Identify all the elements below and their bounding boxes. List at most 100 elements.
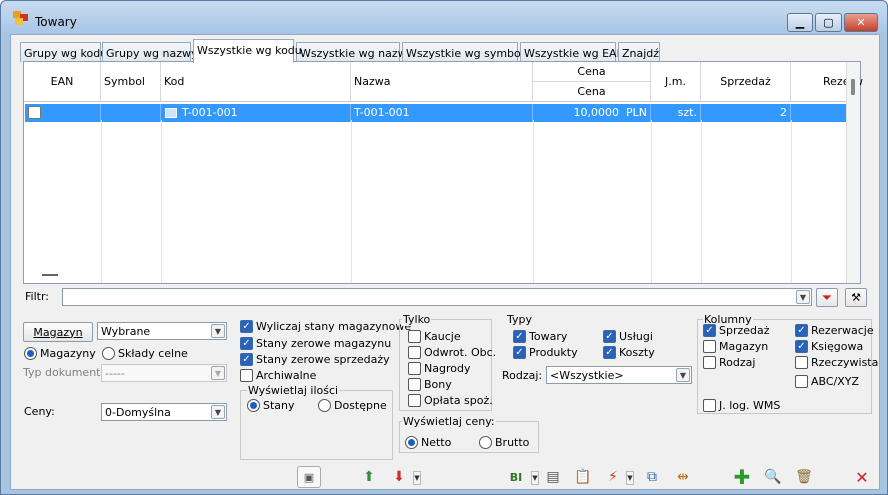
lightning-button[interactable]: ⚡ <box>601 466 625 488</box>
radio-stany[interactable] <box>247 399 260 412</box>
odwrot-obc-checkbox[interactable] <box>408 346 421 359</box>
clipboard-button[interactable]: 📋 <box>571 466 595 488</box>
uslugi-checkbox[interactable]: ✓ <box>603 330 616 343</box>
close-button[interactable]: ✕ <box>850 466 874 488</box>
kolumna-abc-xyz-checkbox[interactable] <box>795 375 808 388</box>
horizontal-scroll-thumb[interactable] <box>42 274 58 276</box>
radio-brutto[interactable] <box>479 436 492 449</box>
cell-waluta: PLN <box>626 106 647 119</box>
tab-grupy-wg-nazwy[interactable]: Grupy wg nazwy <box>102 42 197 62</box>
kolumna-ksiegowa-label: Księgowa <box>811 340 864 353</box>
kolumna-magazyn-checkbox[interactable] <box>703 340 716 353</box>
scroll-thumb[interactable] <box>851 79 855 95</box>
bi-button[interactable]: BI <box>502 466 530 488</box>
kolumna-sprzedaz-checkbox[interactable]: ✓ <box>703 324 716 337</box>
tylko-title: Tylko <box>402 313 432 326</box>
archiwalne-checkbox[interactable] <box>240 369 253 382</box>
funnel-clear-icon: ⏷ <box>822 290 832 304</box>
radio-netto[interactable] <box>405 436 418 449</box>
vertical-scrollbar[interactable] <box>846 62 860 283</box>
radio-magazyny-label: Magazyny <box>40 347 96 360</box>
magazyn-button[interactable]: Magazyn <box>23 322 93 342</box>
column-header-jm[interactable]: J.m. <box>651 62 701 102</box>
column-header-cena[interactable]: Cena <box>533 82 651 102</box>
radio-dostepne[interactable] <box>318 399 331 412</box>
box-up-arrow-icon: ⬆ <box>363 469 375 485</box>
ceny-select[interactable]: 0-Domyślna <box>101 403 227 421</box>
column-header-kod[interactable]: Kod <box>161 62 351 102</box>
row-checkbox[interactable] <box>28 106 41 119</box>
copy-steps-button[interactable]: ⧉ <box>640 466 664 488</box>
kolumna-rodzaj-checkbox[interactable] <box>703 356 716 369</box>
stany-zerowe-magazynu-checkbox[interactable]: ✓ <box>240 337 253 350</box>
chip-icon: ▣ <box>303 470 315 484</box>
column-header-ean[interactable]: EAN <box>24 62 101 102</box>
export-button[interactable]: ▣ <box>297 466 321 488</box>
column-header-rezerw[interactable]: Rezerw <box>791 62 863 102</box>
minimize-button[interactable]: ▁ <box>787 13 813 32</box>
kolumna-rezerwacje-checkbox[interactable]: ✓ <box>795 324 808 337</box>
filter-builder-button[interactable]: ⚒ <box>845 288 867 307</box>
radio-sklady-label: Składy celne <box>118 347 188 360</box>
tab-grupy-wg-kodu[interactable]: Grupy wg kodu <box>20 42 107 62</box>
tab-wszystkie-wg-nazwy[interactable]: Wszystkie wg nazwy <box>296 42 413 62</box>
magazyn-select[interactable]: Wybrane <box>97 322 227 340</box>
bony-checkbox[interactable] <box>408 378 421 391</box>
towary-label: Towary <box>529 330 568 343</box>
title-bar: Towary ▁ ▢ ✕ <box>1 1 887 33</box>
kolumna-rezerwacje-label: Rezerwacje <box>811 324 874 337</box>
cell-kod: T-001-001 <box>161 104 351 122</box>
close-icon: ✕ <box>856 16 866 29</box>
column-header-sprzedaz[interactable]: Sprzedaż <box>701 62 791 102</box>
towary-checkbox[interactable]: ✓ <box>513 330 526 343</box>
cell-symbol <box>101 104 161 122</box>
nagrody-checkbox[interactable] <box>408 362 421 375</box>
stany-zerowe-magazynu-label: Stany zerowe magazynu <box>256 337 392 350</box>
magazyn-dropdown-arrow[interactable]: ▼ <box>211 324 225 338</box>
typ-dokumentu-select[interactable]: ----- <box>101 364 227 382</box>
kolumna-ksiegowa-checkbox[interactable]: ✓ <box>795 340 808 353</box>
bi-menu-arrow[interactable]: ▼ <box>531 471 539 485</box>
produkty-checkbox[interactable]: ✓ <box>513 346 526 359</box>
radio-magazyny[interactable] <box>24 347 37 360</box>
typ-dokumentu-dropdown-arrow[interactable]: ▼ <box>211 366 225 380</box>
columns-button[interactable]: ▤ <box>541 466 565 488</box>
kolumna-rzeczywista-checkbox[interactable] <box>795 356 808 369</box>
minimize-icon: ▁ <box>795 16 805 29</box>
koszty-checkbox[interactable]: ✓ <box>603 346 616 359</box>
filter-dropdown-arrow[interactable]: ▼ <box>796 290 810 304</box>
tab-wszystkie-wg-ean[interactable]: Wszystkie wg EAN <box>520 42 625 62</box>
delete-button[interactable]: 🗑 <box>792 466 816 488</box>
download-menu-arrow[interactable]: ▼ <box>413 471 421 485</box>
oplata-spoz-checkbox[interactable] <box>408 394 421 407</box>
rodzaj-dropdown-arrow[interactable]: ▼ <box>676 368 690 382</box>
add-button[interactable]: ✚ <box>730 465 754 489</box>
merge-button[interactable]: ⇹ <box>671 466 695 488</box>
tab-wszystkie-wg-symbolu[interactable]: Wszystkie wg symbolu <box>402 42 531 62</box>
clear-filter-button[interactable]: ⏷ <box>816 288 838 307</box>
filter-input[interactable] <box>62 288 812 306</box>
close-window-button[interactable]: ✕ <box>844 13 878 32</box>
rodzaj-select[interactable]: <Wszystkie> <box>546 366 692 384</box>
cell-jm: szt. <box>651 104 701 122</box>
table-row[interactable]: T-001-001 T-001-001 10,0000 PLN szt. 2 <box>25 104 855 122</box>
import-button[interactable]: ⬆ <box>357 466 381 488</box>
column-divider <box>161 120 162 283</box>
lightning-menu-arrow[interactable]: ▼ <box>626 471 634 485</box>
client-area: Grupy wg kodu Grupy wg nazwy Wszystkie w… <box>10 34 880 490</box>
column-header-nazwa[interactable]: Nazwa <box>351 62 533 102</box>
j-log-wms-checkbox[interactable] <box>703 399 716 412</box>
maximize-button[interactable]: ▢ <box>815 13 842 32</box>
tab-wszystkie-wg-kodu[interactable]: Wszystkie wg kodu <box>193 39 302 63</box>
column-header-symbol[interactable]: Symbol <box>101 62 161 102</box>
ceny-dropdown-arrow[interactable]: ▼ <box>211 405 225 419</box>
tab-znajdz[interactable]: Znajdź <box>618 42 660 62</box>
kaucje-checkbox[interactable] <box>408 330 421 343</box>
wyliczaj-stany-checkbox[interactable]: ✓ <box>240 320 253 333</box>
search-button[interactable]: 🔍 <box>761 466 785 488</box>
items-grid[interactable]: EAN Symbol Kod Nazwa Cena Cena J.m. Sprz… <box>23 61 863 284</box>
stany-zerowe-sprzedazy-checkbox[interactable]: ✓ <box>240 353 253 366</box>
radio-sklady-celne[interactable] <box>102 347 115 360</box>
radio-dostepne-label: Dostępne <box>334 399 387 412</box>
download-button[interactable]: ⬇ <box>387 466 411 488</box>
